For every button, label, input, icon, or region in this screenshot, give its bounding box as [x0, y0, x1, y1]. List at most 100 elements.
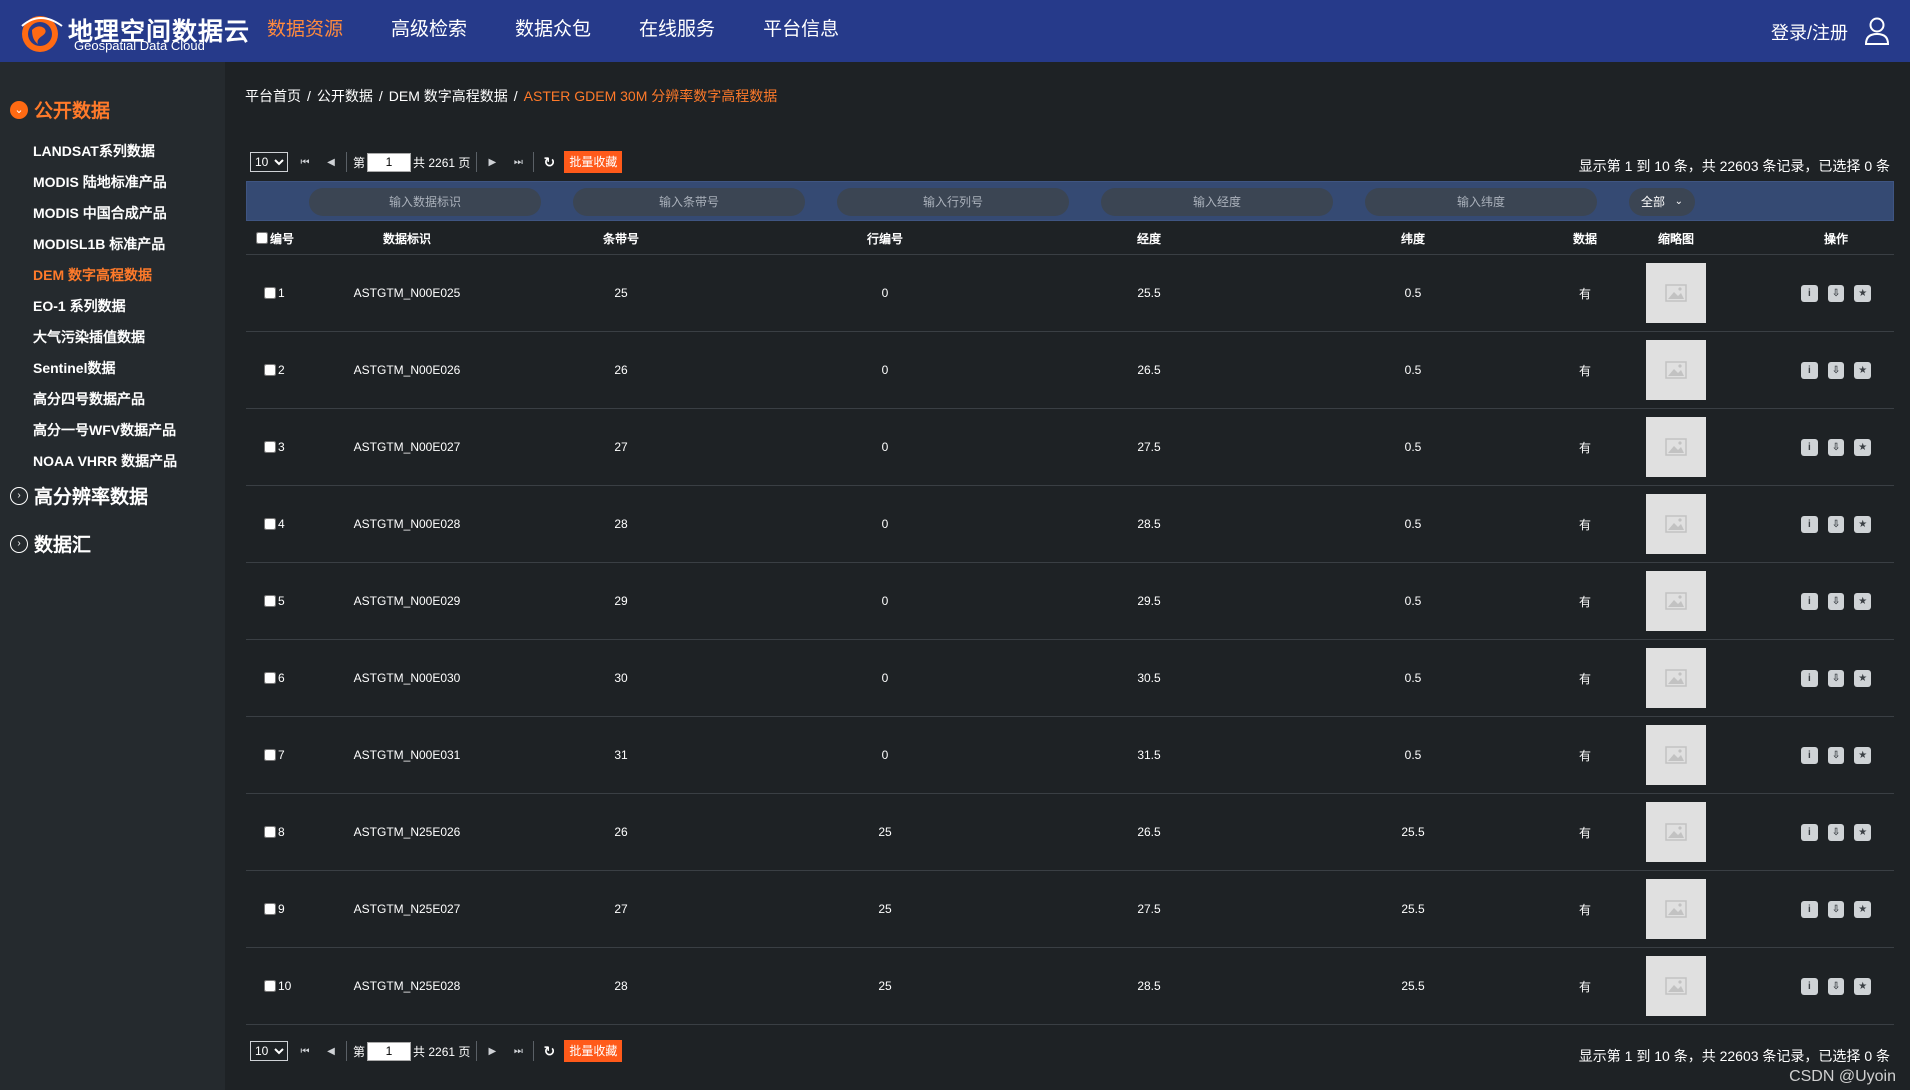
- favorite-star-icon[interactable]: ★: [1854, 669, 1872, 687]
- favorite-star-icon[interactable]: ★: [1854, 592, 1872, 610]
- sidebar-section-public-data[interactable]: ⌄ 公开数据: [10, 96, 110, 123]
- sidebar-item-dem[interactable]: DEM 数字高程数据: [33, 260, 177, 291]
- next-page-icon[interactable]: ▶: [483, 157, 501, 168]
- batch-favorite-button[interactable]: 批量收藏: [564, 1040, 623, 1062]
- sidebar-item-noaa-vhrr[interactable]: NOAA VHRR 数据产品: [33, 446, 177, 477]
- cell-data-id[interactable]: ASTGTM_N00E029: [332, 563, 482, 639]
- cell-data-id[interactable]: ASTGTM_N25E026: [332, 794, 482, 870]
- favorite-star-icon[interactable]: ★: [1854, 438, 1872, 456]
- download-icon[interactable]: ⇩: [1827, 746, 1845, 764]
- download-icon[interactable]: ⇩: [1827, 900, 1845, 918]
- cell-data-id[interactable]: ASTGTM_N00E030: [332, 640, 482, 716]
- site-logo[interactable]: 地理空间数据云 Geospatial Data Cloud: [18, 10, 249, 54]
- download-icon[interactable]: ⇩: [1827, 592, 1845, 610]
- download-icon[interactable]: ⇩: [1827, 977, 1845, 995]
- sidebar-item-landsat[interactable]: LANDSAT系列数据: [33, 136, 177, 167]
- longitude-filter-input[interactable]: [1101, 188, 1333, 216]
- row-checkbox[interactable]: [264, 364, 276, 376]
- info-icon[interactable]: i: [1801, 977, 1818, 995]
- path-filter-input[interactable]: [573, 188, 805, 216]
- thumbnail-image[interactable]: [1646, 802, 1706, 862]
- login-register-link[interactable]: 登录/注册: [1771, 19, 1848, 45]
- cell-data-id[interactable]: ASTGTM_N25E027: [332, 871, 482, 947]
- last-page-icon[interactable]: ⏭: [509, 157, 527, 168]
- sidebar-item-sentinel[interactable]: Sentinel数据: [33, 353, 177, 384]
- favorite-star-icon[interactable]: ★: [1854, 977, 1872, 995]
- row-checkbox[interactable]: [264, 441, 276, 453]
- info-icon[interactable]: i: [1801, 438, 1818, 456]
- prev-page-icon[interactable]: ◀: [322, 157, 340, 168]
- breadcrumb-public-data[interactable]: 公开数据: [317, 88, 373, 104]
- cell-data-id[interactable]: ASTGTM_N00E026: [332, 332, 482, 408]
- thumbnail-image[interactable]: [1646, 340, 1706, 400]
- page-size-select[interactable]: 10: [250, 1041, 288, 1061]
- row-checkbox[interactable]: [264, 672, 276, 684]
- thumbnail-image[interactable]: [1646, 725, 1706, 785]
- download-icon[interactable]: ⇩: [1827, 823, 1845, 841]
- data-id-filter-input[interactable]: [309, 188, 541, 216]
- refresh-icon[interactable]: ↻: [540, 1043, 558, 1060]
- row-filter-input[interactable]: [837, 188, 1069, 216]
- info-icon[interactable]: i: [1801, 592, 1818, 610]
- cell-data-id[interactable]: ASTGTM_N00E027: [332, 409, 482, 485]
- info-icon[interactable]: i: [1801, 515, 1818, 533]
- latitude-filter-input[interactable]: [1365, 188, 1597, 216]
- page-size-select[interactable]: 10: [250, 152, 288, 172]
- cell-data-id[interactable]: ASTGTM_N00E028: [332, 486, 482, 562]
- info-icon[interactable]: i: [1801, 669, 1818, 687]
- row-checkbox[interactable]: [264, 903, 276, 915]
- next-page-icon[interactable]: ▶: [483, 1046, 501, 1057]
- row-checkbox[interactable]: [264, 980, 276, 992]
- favorite-star-icon[interactable]: ★: [1854, 284, 1872, 302]
- row-checkbox[interactable]: [264, 826, 276, 838]
- sidebar-section-data-hub[interactable]: › 数据汇: [10, 530, 91, 557]
- nav-data-crowdsourcing[interactable]: 数据众包: [515, 17, 591, 43]
- download-icon[interactable]: ⇩: [1827, 361, 1845, 379]
- sidebar-item-gf1-wfv[interactable]: 高分一号WFV数据产品: [33, 415, 177, 446]
- row-checkbox[interactable]: [264, 287, 276, 299]
- row-checkbox[interactable]: [264, 749, 276, 761]
- info-icon[interactable]: i: [1801, 746, 1818, 764]
- row-checkbox[interactable]: [264, 518, 276, 530]
- favorite-star-icon[interactable]: ★: [1854, 746, 1872, 764]
- download-icon[interactable]: ⇩: [1827, 438, 1845, 456]
- data-availability-select[interactable]: 全部 ⌄: [1629, 188, 1695, 216]
- nav-advanced-search[interactable]: 高级检索: [391, 17, 467, 43]
- thumbnail-image[interactable]: [1646, 879, 1706, 939]
- info-icon[interactable]: i: [1801, 361, 1818, 379]
- download-icon[interactable]: ⇩: [1827, 515, 1845, 533]
- breadcrumb-home[interactable]: 平台首页: [245, 88, 301, 104]
- prev-page-icon[interactable]: ◀: [322, 1046, 340, 1057]
- thumbnail-image[interactable]: [1646, 571, 1706, 631]
- user-icon[interactable]: [1864, 17, 1890, 45]
- page-number-input[interactable]: [367, 1041, 412, 1061]
- cell-data-id[interactable]: ASTGTM_N00E025: [332, 255, 482, 331]
- batch-favorite-button[interactable]: 批量收藏: [564, 151, 623, 173]
- select-all-checkbox[interactable]: [256, 232, 268, 244]
- first-page-icon[interactable]: ⏮: [296, 1046, 314, 1057]
- favorite-star-icon[interactable]: ★: [1854, 361, 1872, 379]
- row-checkbox[interactable]: [264, 595, 276, 607]
- page-number-input[interactable]: [367, 152, 412, 172]
- info-icon[interactable]: i: [1801, 284, 1818, 302]
- favorite-star-icon[interactable]: ★: [1854, 900, 1872, 918]
- cell-data-id[interactable]: ASTGTM_N00E031: [332, 717, 482, 793]
- last-page-icon[interactable]: ⏭: [509, 1046, 527, 1057]
- first-page-icon[interactable]: ⏮: [296, 157, 314, 168]
- download-icon[interactable]: ⇩: [1827, 669, 1845, 687]
- favorite-star-icon[interactable]: ★: [1854, 515, 1872, 533]
- info-icon[interactable]: i: [1801, 823, 1818, 841]
- sidebar-item-modisl1b[interactable]: MODISL1B 标准产品: [33, 229, 177, 260]
- sidebar-item-modis-china[interactable]: MODIS 中国合成产品: [33, 198, 177, 229]
- download-icon[interactable]: ⇩: [1827, 284, 1845, 302]
- thumbnail-image[interactable]: [1646, 263, 1706, 323]
- cell-data-id[interactable]: ASTGTM_N25E028: [332, 948, 482, 1024]
- sidebar-item-gf4[interactable]: 高分四号数据产品: [33, 384, 177, 415]
- sidebar-section-high-resolution[interactable]: › 高分辨率数据: [10, 482, 148, 509]
- sidebar-item-eo1[interactable]: EO-1 系列数据: [33, 291, 177, 322]
- favorite-star-icon[interactable]: ★: [1854, 823, 1872, 841]
- nav-data-resources[interactable]: 数据资源: [267, 17, 343, 43]
- thumbnail-image[interactable]: [1646, 417, 1706, 477]
- thumbnail-image[interactable]: [1646, 956, 1706, 1016]
- info-icon[interactable]: i: [1801, 900, 1818, 918]
